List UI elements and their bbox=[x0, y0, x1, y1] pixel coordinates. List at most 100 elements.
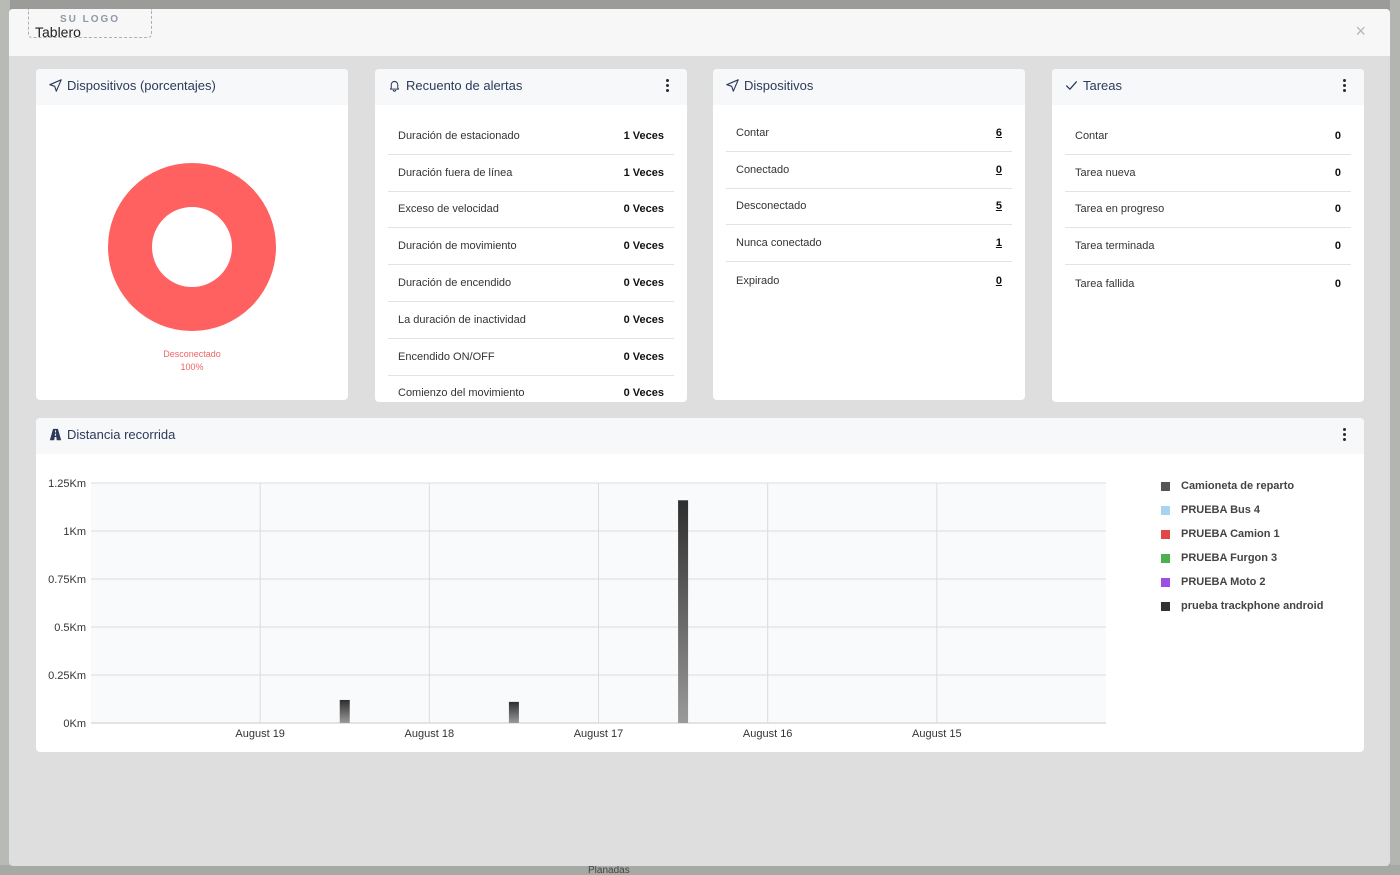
map-edge-bottom bbox=[0, 865, 1400, 875]
x-tick-label: August 18 bbox=[405, 728, 455, 740]
x-tick-label: August 19 bbox=[235, 728, 285, 740]
legend-swatch bbox=[1161, 577, 1170, 587]
row-label: La duración de inactividad bbox=[398, 313, 526, 326]
list-item: Tarea fallida 0 bbox=[1065, 265, 1351, 302]
x-tick-label: August 17 bbox=[574, 728, 624, 740]
row-value-link[interactable]: 5 bbox=[996, 200, 1002, 212]
row-label: Exceso de velocidad bbox=[398, 203, 499, 216]
list-item: Duración fuera de línea 1 Veces bbox=[388, 155, 674, 192]
card-title-text: Distancia recorrida bbox=[67, 427, 176, 442]
row-label: Duración de estacionado bbox=[398, 129, 520, 142]
row-label: Tarea nueva bbox=[1075, 166, 1136, 179]
legend-item[interactable]: PRUEBA Moto 2 bbox=[1161, 570, 1323, 594]
list-item: Nunca conectado 1 bbox=[726, 225, 1012, 263]
list-item: Encendido ON/OFF 0 Veces bbox=[388, 339, 674, 376]
modal-header: SU LOGO Tablero × bbox=[9, 9, 1390, 56]
y-tick-label: 0Km bbox=[63, 718, 86, 730]
row-value-link[interactable]: 6 bbox=[996, 127, 1002, 139]
card-header: Distancia recorrida bbox=[36, 418, 1364, 454]
row-value: 0 Veces bbox=[623, 240, 664, 253]
list-item: Comienzo del movimiento 0 Veces bbox=[388, 376, 674, 402]
legend-item[interactable]: prueba trackphone android bbox=[1161, 594, 1323, 618]
bell-icon bbox=[389, 80, 400, 92]
modal-title: Tablero bbox=[35, 24, 81, 40]
kebab-menu-icon[interactable] bbox=[1342, 428, 1346, 442]
list-item: Expirado 0 bbox=[726, 262, 1012, 299]
row-label: Tarea terminada bbox=[1075, 240, 1155, 253]
row-value: 0 bbox=[1334, 129, 1341, 142]
check-icon bbox=[1065, 81, 1078, 90]
row-label: Duración de encendido bbox=[398, 277, 512, 290]
list-item: Contar 0 bbox=[1065, 118, 1351, 155]
legend-swatch bbox=[1161, 601, 1170, 611]
card-title: Dispositivos bbox=[726, 78, 813, 93]
devices-list: Contar 6 Conectado 0 Desconectado 5 Nunca c… bbox=[726, 115, 1012, 299]
card-title: Recuento de alertas bbox=[388, 78, 522, 93]
close-button[interactable]: × bbox=[1355, 21, 1366, 42]
y-tick-label: 0.75Km bbox=[48, 574, 86, 586]
legend-item[interactable]: Camioneta de reparto bbox=[1161, 474, 1323, 498]
card-title-text: Dispositivos bbox=[744, 78, 814, 93]
chart-bar[interactable] bbox=[508, 701, 519, 723]
devices-card: Dispositivos Contar 6 Conectado 0 Desconec… bbox=[713, 69, 1025, 400]
row-label: Duración de movimiento bbox=[398, 240, 517, 253]
tasks-card: Tareas Contar 0 Tarea nueva 0 Tarea en pro… bbox=[1052, 69, 1364, 402]
y-tick-label: 1Km bbox=[63, 526, 86, 538]
chart-legend: Camioneta de reparto PRUEBA Bus 4 PRUEBA… bbox=[1161, 474, 1323, 618]
row-value: 0 bbox=[1334, 277, 1341, 290]
legend-swatch bbox=[1161, 529, 1170, 539]
legend-label: PRUEBA Moto 2 bbox=[1181, 576, 1266, 588]
distance-card: Distancia recorrida 0Km 0.25Km 0.5Km 0.75Km… bbox=[36, 418, 1364, 752]
map-place-label: Planadas bbox=[588, 865, 630, 875]
list-item: Duración de estacionado 1 Veces bbox=[388, 118, 674, 155]
card-header: Recuento de alertas bbox=[375, 69, 687, 105]
donut-chart bbox=[108, 163, 276, 336]
chart-bar[interactable] bbox=[678, 500, 689, 723]
row-label: Tarea fallida bbox=[1075, 277, 1135, 290]
chart-bar[interactable] bbox=[339, 699, 350, 723]
card-title: Distancia recorrida bbox=[49, 427, 175, 442]
row-value: 0 Veces bbox=[623, 387, 664, 400]
row-label: Comienzo del movimiento bbox=[398, 387, 525, 400]
legend-swatch bbox=[1161, 505, 1170, 515]
kebab-menu-icon[interactable] bbox=[1342, 79, 1346, 93]
list-item: Conectado 0 bbox=[726, 152, 1012, 189]
legend-label: prueba trackphone android bbox=[1181, 600, 1324, 612]
tasks-list: Contar 0 Tarea nueva 0 Tarea en progreso 0 … bbox=[1065, 118, 1351, 302]
card-header: Dispositivos bbox=[713, 69, 1025, 105]
card-title: Tareas bbox=[1065, 78, 1122, 93]
send-icon bbox=[49, 79, 62, 92]
dashboard-modal: SU LOGO Tablero × Dispositivos (porcenta… bbox=[9, 9, 1390, 866]
kebab-menu-icon[interactable] bbox=[665, 79, 669, 93]
legend-label: PRUEBA Furgon 3 bbox=[1181, 552, 1278, 564]
row-value-link[interactable]: 0 bbox=[996, 164, 1002, 176]
distance-bar-chart: 0Km 0.25Km 0.5Km 0.75Km 1Km 1.25Km August 19 Au… bbox=[48, 478, 1106, 740]
x-tick-label: August 15 bbox=[912, 728, 962, 740]
card-header: Tareas bbox=[1052, 69, 1364, 105]
row-value: 1 Veces bbox=[623, 166, 664, 179]
legend-item[interactable]: PRUEBA Camion 1 bbox=[1161, 522, 1323, 546]
card-header: Dispositivos (porcentajes) bbox=[36, 69, 348, 105]
legend-swatch bbox=[1161, 553, 1170, 563]
row-label: Expirado bbox=[736, 274, 780, 287]
row-value: 0 Veces bbox=[623, 203, 664, 216]
row-label: Conectado bbox=[736, 163, 790, 176]
y-tick-label: 0.25Km bbox=[48, 670, 86, 682]
y-tick-label: 0.5Km bbox=[54, 622, 86, 634]
legend-label: PRUEBA Camion 1 bbox=[1181, 528, 1280, 540]
list-item: Contar 6 bbox=[726, 115, 1012, 152]
row-label: Contar bbox=[736, 126, 770, 139]
devices-percent-card: Dispositivos (porcentajes) Desconectado … bbox=[36, 69, 348, 400]
row-value-link[interactable]: 0 bbox=[996, 275, 1002, 287]
list-item: Exceso de velocidad 0 Veces bbox=[388, 192, 674, 229]
list-item: Duración de encendido 0 Veces bbox=[388, 265, 674, 302]
donut-slice-desconectado[interactable] bbox=[108, 163, 276, 331]
alerts-card: Recuento de alertas Duración de estacion… bbox=[375, 69, 687, 402]
legend-item[interactable]: PRUEBA Bus 4 bbox=[1161, 498, 1323, 522]
legend-swatch bbox=[1161, 481, 1170, 491]
list-item: Duración de movimiento 0 Veces bbox=[388, 228, 674, 266]
y-tick-label: 1.25Km bbox=[48, 478, 86, 490]
legend-item[interactable]: PRUEBA Furgon 3 bbox=[1161, 546, 1323, 570]
row-value-link[interactable]: 1 bbox=[996, 237, 1002, 249]
donut-slice-percent: 100% bbox=[180, 362, 204, 372]
